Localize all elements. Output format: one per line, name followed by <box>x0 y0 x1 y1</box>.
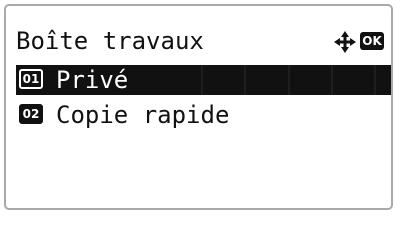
header-bar: Boîte travaux OK <box>16 26 391 56</box>
item-number-badge: 01 <box>19 69 43 89</box>
item-number-badge: 02 <box>19 104 43 124</box>
menu-item-label: Copie rapide <box>56 101 230 129</box>
selection-grid-lines <box>201 65 376 95</box>
menu-item-prive[interactable]: 01 Privé <box>16 65 391 95</box>
ok-key-icon: OK <box>360 32 384 50</box>
menu-item-copie-rapide[interactable]: 02 Copie rapide <box>16 100 391 130</box>
screen-title: Boîte travaux <box>16 27 204 55</box>
lcd-screen: Boîte travaux OK 01 Privé 02 Copie rapid… <box>4 4 393 210</box>
menu-item-label: Privé <box>56 66 129 94</box>
four-way-arrows-icon <box>334 31 356 53</box>
